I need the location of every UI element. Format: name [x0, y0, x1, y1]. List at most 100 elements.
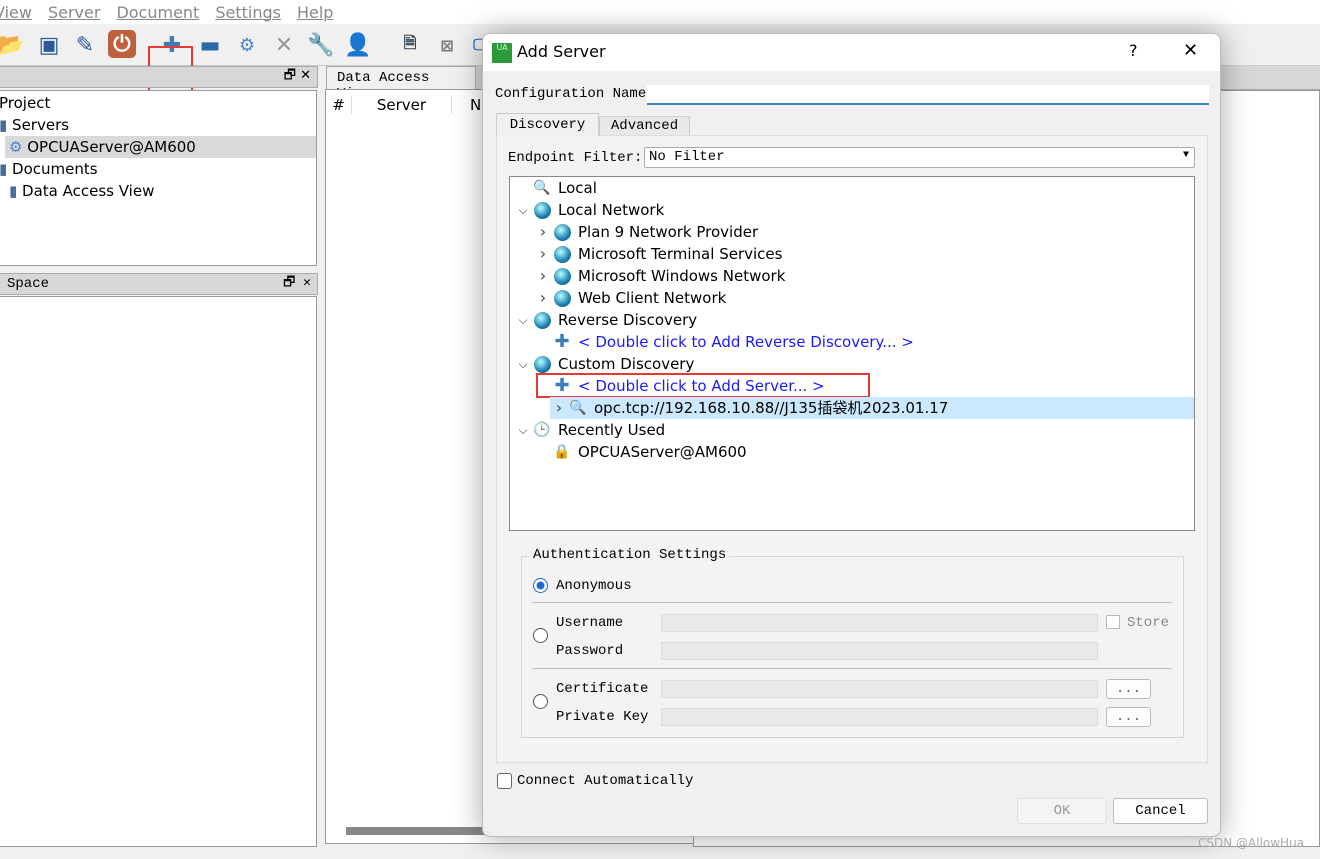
divider	[532, 668, 1172, 669]
tab-data-access-view[interactable]: Data Access View	[326, 66, 476, 102]
divider	[532, 602, 1172, 603]
label: Servers	[12, 116, 70, 134]
tree-item[interactable]: ⌵ Custom Discovery	[510, 353, 1194, 375]
panel-restore-close-icon[interactable]: 🗗 ✕	[284, 66, 311, 88]
edit-icon[interactable]: ✎	[70, 30, 100, 60]
tree-item-label: opc.tcp://192.168.10.88//J135插袋机2023.01.…	[594, 399, 949, 417]
remove-server-icon[interactable]: ▬	[195, 30, 225, 60]
endpoint-filter-select[interactable]: No Filter ▼	[644, 147, 1195, 168]
username-input[interactable]	[661, 614, 1098, 632]
space-panel	[0, 296, 317, 847]
tree-item-label: Custom Discovery	[558, 355, 695, 373]
menu-help[interactable]: Help	[297, 3, 333, 22]
username-radio[interactable]	[533, 628, 548, 643]
folder-icon: ▮	[0, 116, 8, 134]
filter-value: No Filter	[649, 149, 725, 165]
menu-document[interactable]: Document	[116, 3, 199, 22]
tree-item[interactable]: › 🔍 opc.tcp://192.168.10.88//J135插袋机2023.0…	[550, 397, 1194, 419]
power-icon[interactable]: ⏻	[108, 30, 136, 58]
tree-item[interactable]: ✚ < Double click to Add Reverse Discovery…	[510, 331, 1194, 353]
chevron-right-icon[interactable]: ›	[534, 221, 552, 243]
chevron-right-icon[interactable]: ›	[534, 287, 552, 309]
help-button[interactable]: ?	[1129, 41, 1138, 60]
tree-item-documents[interactable]: ▮ Documents	[0, 158, 98, 180]
cancel-button[interactable]: Cancel	[1113, 798, 1208, 824]
tree-item[interactable]: 🔒 OPCUAServer@AM600	[510, 441, 1194, 463]
tree-item[interactable]: ⌵ 🕒 Recently Used	[510, 419, 1194, 441]
connect-automatically-checkbox[interactable]	[497, 773, 512, 789]
private-key-label: Private Key	[556, 709, 649, 725]
search-icon: 🔍	[533, 180, 551, 196]
watermark: CSDN @AllowHua	[1198, 836, 1305, 850]
tree-item-label: Local Network	[558, 201, 665, 219]
tree-item[interactable]: ⌵ Reverse Discovery	[510, 309, 1194, 331]
globe-icon	[552, 245, 572, 263]
menu-settings[interactable]: Settings	[215, 3, 281, 22]
project-panel-header: 🗗 ✕	[0, 66, 318, 88]
column-n[interactable]: N	[452, 96, 481, 114]
disconnect-icon[interactable]: ✕	[269, 30, 299, 60]
connect-icon[interactable]: ⚙	[232, 30, 262, 60]
tree-item-project[interactable]: Project	[0, 92, 50, 114]
certificate-browse-button[interactable]: ...	[1106, 679, 1151, 699]
server-plug-icon: ⚙	[9, 138, 23, 156]
tree-item-servers[interactable]: ▮ Servers	[0, 114, 69, 136]
config-name-input[interactable]	[647, 85, 1209, 105]
anonymous-radio[interactable]	[533, 578, 548, 593]
chevron-down-icon[interactable]: ⌵	[514, 353, 532, 375]
chevron-down-icon[interactable]: ⌵	[514, 199, 532, 221]
label: Documents	[12, 160, 98, 178]
settings-wrench-icon[interactable]: 🔧	[306, 30, 336, 60]
tab-advanced[interactable]: Advanced	[599, 116, 690, 136]
tree-item-server[interactable]: ⚙ OPCUAServer@AM600	[5, 136, 316, 158]
chevron-down-icon[interactable]: ⌵	[514, 419, 532, 441]
tree-item[interactable]: 🔍 Local	[510, 177, 1194, 199]
tree-item-label: Local	[558, 179, 597, 197]
dropdown-arrow-icon: ▼	[1182, 150, 1189, 161]
column-index[interactable]: #	[326, 96, 352, 114]
panel-restore-close-icon[interactable]: 🗗 ✕	[283, 273, 311, 295]
chevron-right-icon[interactable]: ›	[534, 243, 552, 265]
tree-item[interactable]: › Microsoft Terminal Services	[510, 243, 1194, 265]
open-folder-icon[interactable]: 📂	[0, 30, 26, 60]
chevron-down-icon[interactable]: ⌵	[514, 309, 532, 331]
ok-button[interactable]: OK	[1017, 798, 1107, 824]
menu-server[interactable]: Server	[48, 3, 100, 22]
certificate-radio[interactable]	[533, 694, 548, 709]
tree-item[interactable]: › Microsoft Windows Network	[510, 265, 1194, 287]
auth-group-title: Authentication Settings	[530, 547, 730, 563]
tab-discovery[interactable]: Discovery	[496, 113, 599, 136]
column-server[interactable]: Server	[352, 96, 452, 114]
label: Data Access View	[22, 182, 155, 200]
tree-item-label: Microsoft Terminal Services	[578, 245, 783, 263]
close-document-icon[interactable]: ⊠	[432, 30, 462, 60]
private-key-input[interactable]	[661, 708, 1098, 726]
tree-item-label: OPCUAServer@AM600	[578, 443, 747, 461]
tree-item-label: Microsoft Windows Network	[578, 267, 786, 285]
tree-item-data-access-view[interactable]: ▮ Data Access View	[9, 180, 154, 202]
space-panel-header: Space 🗗 ✕	[0, 273, 318, 295]
close-button[interactable]: ✕	[1183, 40, 1198, 61]
store-checkbox[interactable]	[1106, 615, 1120, 629]
chevron-right-icon[interactable]: ›	[550, 397, 568, 419]
password-input[interactable]	[661, 642, 1098, 660]
private-key-browse-button[interactable]: ...	[1106, 707, 1151, 727]
chevron-right-icon[interactable]: ›	[534, 265, 552, 287]
tree-item[interactable]: › Plan 9 Network Provider	[510, 221, 1194, 243]
document-view-icon: ▮	[9, 182, 18, 200]
document-icon[interactable]: 🗎	[395, 30, 425, 60]
tree-item-label: Web Client Network	[578, 289, 727, 307]
user-icon[interactable]: 👤	[343, 30, 373, 60]
menu-view[interactable]: View	[0, 3, 32, 22]
certificate-input[interactable]	[661, 680, 1098, 698]
lock-icon: 🔒	[553, 444, 571, 460]
tree-item-label: Reverse Discovery	[558, 311, 698, 329]
username-label: Username	[556, 615, 624, 631]
tree-item[interactable]: › Web Client Network	[510, 287, 1194, 309]
connect-automatically-label: Connect Automatically	[517, 773, 694, 789]
globe-icon	[552, 223, 572, 241]
globe-icon	[552, 289, 572, 307]
plus-icon: ✚	[554, 331, 570, 352]
tree-item[interactable]: ⌵ Local Network	[510, 199, 1194, 221]
save-icon[interactable]: ▣	[34, 30, 64, 60]
